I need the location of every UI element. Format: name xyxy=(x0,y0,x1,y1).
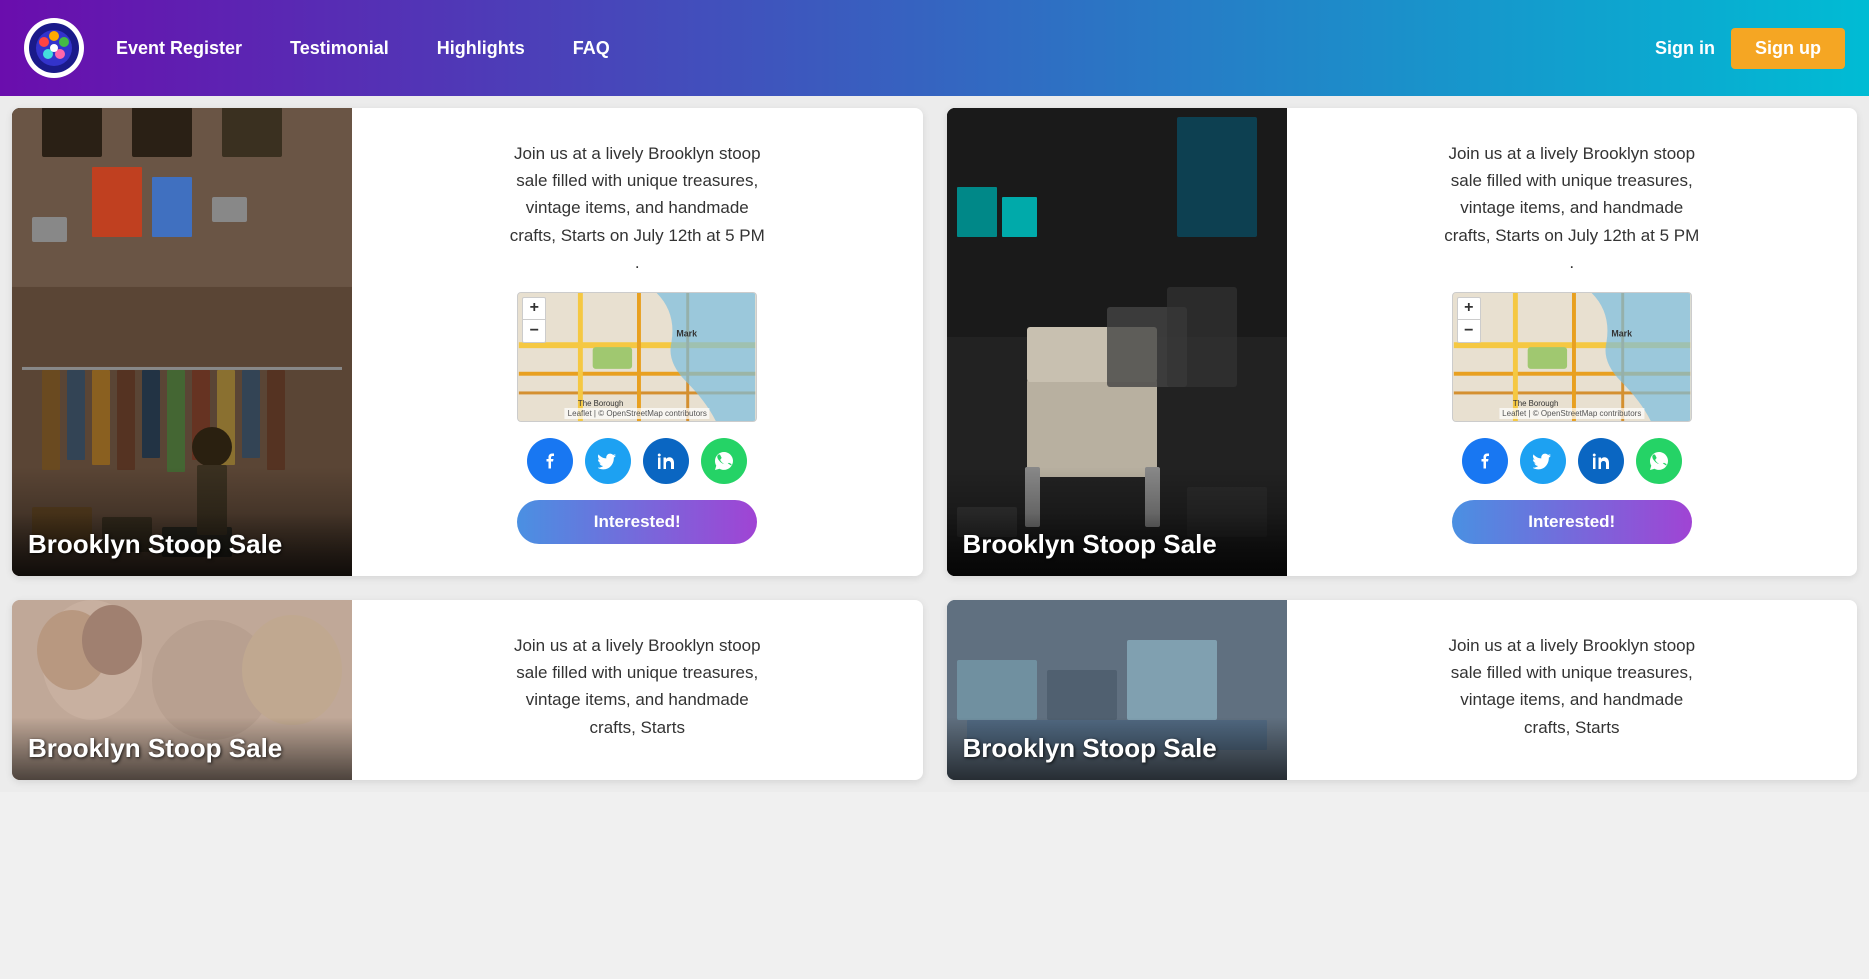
social-row-2 xyxy=(1462,438,1682,484)
nav-highlights[interactable]: Highlights xyxy=(437,38,525,59)
event-card-2: Brooklyn Stoop Sale Join us at a lively … xyxy=(947,108,1858,576)
svg-text:The Borough: The Borough xyxy=(1513,399,1558,408)
map-zoom-in-1[interactable]: + xyxy=(523,298,545,320)
map-controls-1: + − xyxy=(522,297,546,343)
event-title-2: Brooklyn Stoop Sale xyxy=(963,529,1271,560)
event-card-1: Brooklyn Stoop Sale Join us at a lively … xyxy=(12,108,923,576)
signin-button[interactable]: Sign in xyxy=(1655,38,1715,59)
linkedin-btn-1[interactable] xyxy=(643,438,689,484)
signup-button[interactable]: Sign up xyxy=(1731,28,1845,69)
twitter-btn-2[interactable] xyxy=(1520,438,1566,484)
linkedin-btn-2[interactable] xyxy=(1578,438,1624,484)
events-grid: Brooklyn Stoop Sale Join us at a lively … xyxy=(0,96,1869,588)
facebook-btn-2[interactable] xyxy=(1462,438,1508,484)
event-info-1: Join us at a lively Brooklyn stoop sale … xyxy=(352,108,923,576)
event-description-4: Join us at a lively Brooklyn stoop sale … xyxy=(1442,632,1702,741)
navbar: Event Register Testimonial Highlights FA… xyxy=(0,0,1869,96)
svg-text:Mark: Mark xyxy=(677,328,698,338)
event-title-3: Brooklyn Stoop Sale xyxy=(28,733,336,764)
event-card-3: Brooklyn Stoop Sale Join us at a lively … xyxy=(12,600,923,780)
facebook-btn-1[interactable] xyxy=(527,438,573,484)
social-row-1 xyxy=(527,438,747,484)
event-image-overlay-4: Brooklyn Stoop Sale xyxy=(947,717,1287,780)
event-title-1: Brooklyn Stoop Sale xyxy=(28,529,336,560)
event-image-3: Brooklyn Stoop Sale xyxy=(12,600,352,780)
event-info-4: Join us at a lively Brooklyn stoop sale … xyxy=(1287,600,1858,780)
svg-text:Mark: Mark xyxy=(1611,328,1632,338)
twitter-btn-1[interactable] xyxy=(585,438,631,484)
event-image-2: Brooklyn Stoop Sale xyxy=(947,108,1287,576)
whatsapp-btn-2[interactable] xyxy=(1636,438,1682,484)
nav-faq[interactable]: FAQ xyxy=(573,38,610,59)
event-map-2: Mark The Borough + − Leaflet | © OpenStr… xyxy=(1452,292,1692,422)
map-zoom-in-2[interactable]: + xyxy=(1458,298,1480,320)
event-image-overlay-3: Brooklyn Stoop Sale xyxy=(12,717,352,780)
event-image-4: Brooklyn Stoop Sale xyxy=(947,600,1287,780)
nav-links: Event Register Testimonial Highlights FA… xyxy=(116,38,1655,59)
nav-event-register[interactable]: Event Register xyxy=(116,38,242,59)
map-attribution-2: Leaflet | © OpenStreetMap contributors xyxy=(1499,408,1644,419)
event-image-overlay-1: Brooklyn Stoop Sale xyxy=(12,513,352,576)
event-description-2: Join us at a lively Brooklyn stoop sale … xyxy=(1442,140,1702,276)
event-map-1: Mark The Borough + − Leaflet | © OpenStr… xyxy=(517,292,757,422)
nav-auth: Sign in Sign up xyxy=(1655,28,1845,69)
map-attribution-1: Leaflet | © OpenStreetMap contributors xyxy=(565,408,710,419)
interested-btn-2[interactable]: Interested! xyxy=(1452,500,1692,544)
map-zoom-out-1[interactable]: − xyxy=(523,320,545,342)
event-info-2: Join us at a lively Brooklyn stoop sale … xyxy=(1287,108,1858,576)
nav-testimonial[interactable]: Testimonial xyxy=(290,38,389,59)
bottom-row: Brooklyn Stoop Sale Join us at a lively … xyxy=(0,588,1869,792)
event-image-overlay-2: Brooklyn Stoop Sale xyxy=(947,513,1287,576)
interested-btn-1[interactable]: Interested! xyxy=(517,500,757,544)
site-logo xyxy=(24,18,84,78)
event-card-4: Brooklyn Stoop Sale Join us at a lively … xyxy=(947,600,1858,780)
event-description-3: Join us at a lively Brooklyn stoop sale … xyxy=(507,632,767,741)
event-description-1: Join us at a lively Brooklyn stoop sale … xyxy=(507,140,767,276)
whatsapp-btn-1[interactable] xyxy=(701,438,747,484)
map-controls-2: + − xyxy=(1457,297,1481,343)
map-zoom-out-2[interactable]: − xyxy=(1458,320,1480,342)
main-content: Brooklyn Stoop Sale Join us at a lively … xyxy=(0,96,1869,792)
event-title-4: Brooklyn Stoop Sale xyxy=(963,733,1271,764)
event-image-1: Brooklyn Stoop Sale xyxy=(12,108,352,576)
event-info-3: Join us at a lively Brooklyn stoop sale … xyxy=(352,600,923,780)
svg-text:The Borough: The Borough xyxy=(578,399,623,408)
